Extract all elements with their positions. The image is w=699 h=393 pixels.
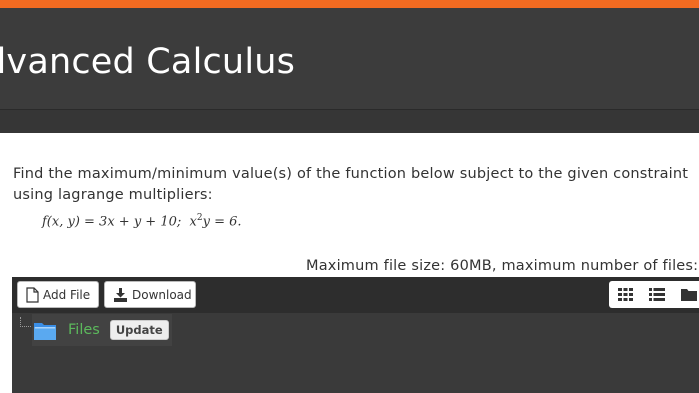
header-subbar bbox=[0, 109, 699, 133]
constraint-base: x bbox=[189, 214, 197, 230]
course-title: dvanced Calculus bbox=[0, 42, 296, 82]
add-file-label: Add File bbox=[43, 287, 91, 302]
constraint-rest: y = 6. bbox=[202, 214, 242, 230]
question-text: Find the maximum/minimum value(s) of the… bbox=[13, 166, 689, 203]
file-tree: Files Update bbox=[12, 313, 699, 393]
folder-label[interactable]: Files bbox=[68, 322, 100, 338]
download-icon bbox=[113, 287, 128, 302]
question-formula: f(x, y) = 3x + y + 10; x2y = 6. bbox=[42, 213, 242, 229]
folder-view-icon[interactable] bbox=[673, 281, 699, 308]
page-header: dvanced Calculus bbox=[0, 8, 699, 109]
download-button[interactable]: Download bbox=[104, 281, 196, 308]
file-manager: Add File Download Files Update bbox=[12, 277, 699, 393]
file-toolbar: Add File Download bbox=[12, 277, 699, 313]
accent-bar bbox=[0, 0, 699, 8]
update-button[interactable]: Update bbox=[109, 320, 169, 340]
tree-node-files[interactable]: Files Update bbox=[32, 314, 172, 346]
download-label: Download bbox=[132, 287, 192, 302]
grid-view-icon[interactable] bbox=[609, 281, 641, 308]
file-icon bbox=[26, 286, 39, 303]
upload-limits: Maximum file size: 60MB, maximum number … bbox=[306, 258, 699, 274]
list-view-icon[interactable] bbox=[641, 281, 673, 308]
folder-icon bbox=[34, 321, 56, 340]
view-switcher bbox=[609, 281, 699, 308]
add-file-button[interactable]: Add File bbox=[17, 281, 99, 308]
function-expression: f(x, y) = 3x + y + 10; bbox=[42, 214, 182, 230]
tree-guide-line bbox=[20, 317, 31, 327]
